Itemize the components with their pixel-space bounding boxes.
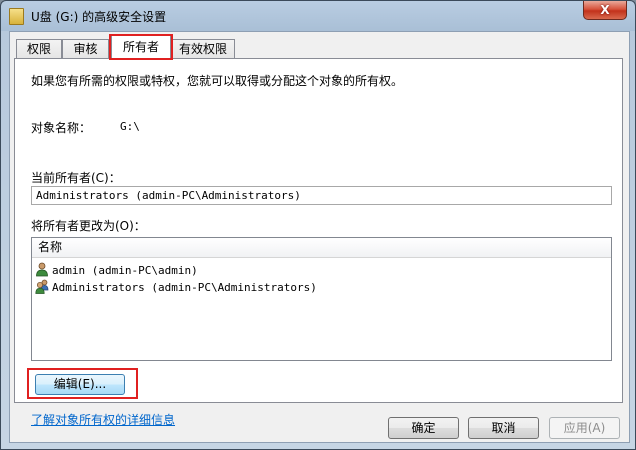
tab-auditing[interactable]: 审核 [62,39,109,58]
owner-candidates-list[interactable]: 名称 admin (admin-PC\admin) Administrators… [31,237,612,361]
dialog-client-area: 权限 审核 所有者 有效权限 如果您有所需的权限或特权，您就可以取得或分配这个对… [9,31,630,443]
close-icon: X [600,3,610,17]
change-owner-label: 将所有者更改为(O)： [31,219,146,233]
user-icon [35,262,49,277]
list-item[interactable]: admin (admin-PC\admin) [35,262,198,279]
list-item[interactable]: Administrators (admin-PC\Administrators) [35,279,317,296]
edit-button[interactable]: 编辑(E)... [35,374,125,395]
window-title: U盘 (G:) 的高级安全设置 [31,10,167,24]
owner-tab-highlight [109,34,173,60]
current-owner-label: 当前所有者(C)： [31,171,121,185]
drive-icon [9,8,24,25]
owner-description: 如果您有所需的权限或特权，您就可以取得或分配这个对象的所有权。 [31,74,404,88]
tab-permissions[interactable]: 权限 [16,39,62,58]
tab-effective-permissions[interactable]: 有效权限 [171,39,235,58]
list-header-name[interactable]: 名称 [32,238,611,258]
owner-name-administrators: Administrators (admin-PC\Administrators) [52,281,317,294]
close-button[interactable]: X [583,1,627,20]
ok-button[interactable]: 确定 [388,417,459,439]
object-name-value: G:\ [120,120,140,133]
owner-name-admin: admin (admin-PC\admin) [52,264,198,277]
cancel-button[interactable]: 取消 [468,417,539,439]
current-owner-field: Administrators (admin-PC\Administrators) [31,186,612,205]
advanced-security-window: U盘 (G:) 的高级安全设置 X 权限 审核 所有者 有效权限 如果您有所需的… [0,0,636,450]
owner-panel: 如果您有所需的权限或特权，您就可以取得或分配这个对象的所有权。 对象名称： G:… [14,58,623,427]
object-name-label: 对象名称： [31,121,92,135]
apply-button[interactable]: 应用(A) [549,417,620,439]
title-bar[interactable]: U盘 (G:) 的高级安全设置 X [1,1,635,31]
learn-ownership-link[interactable]: 了解对象所有权的详细信息 [31,411,175,428]
group-icon [35,279,49,294]
